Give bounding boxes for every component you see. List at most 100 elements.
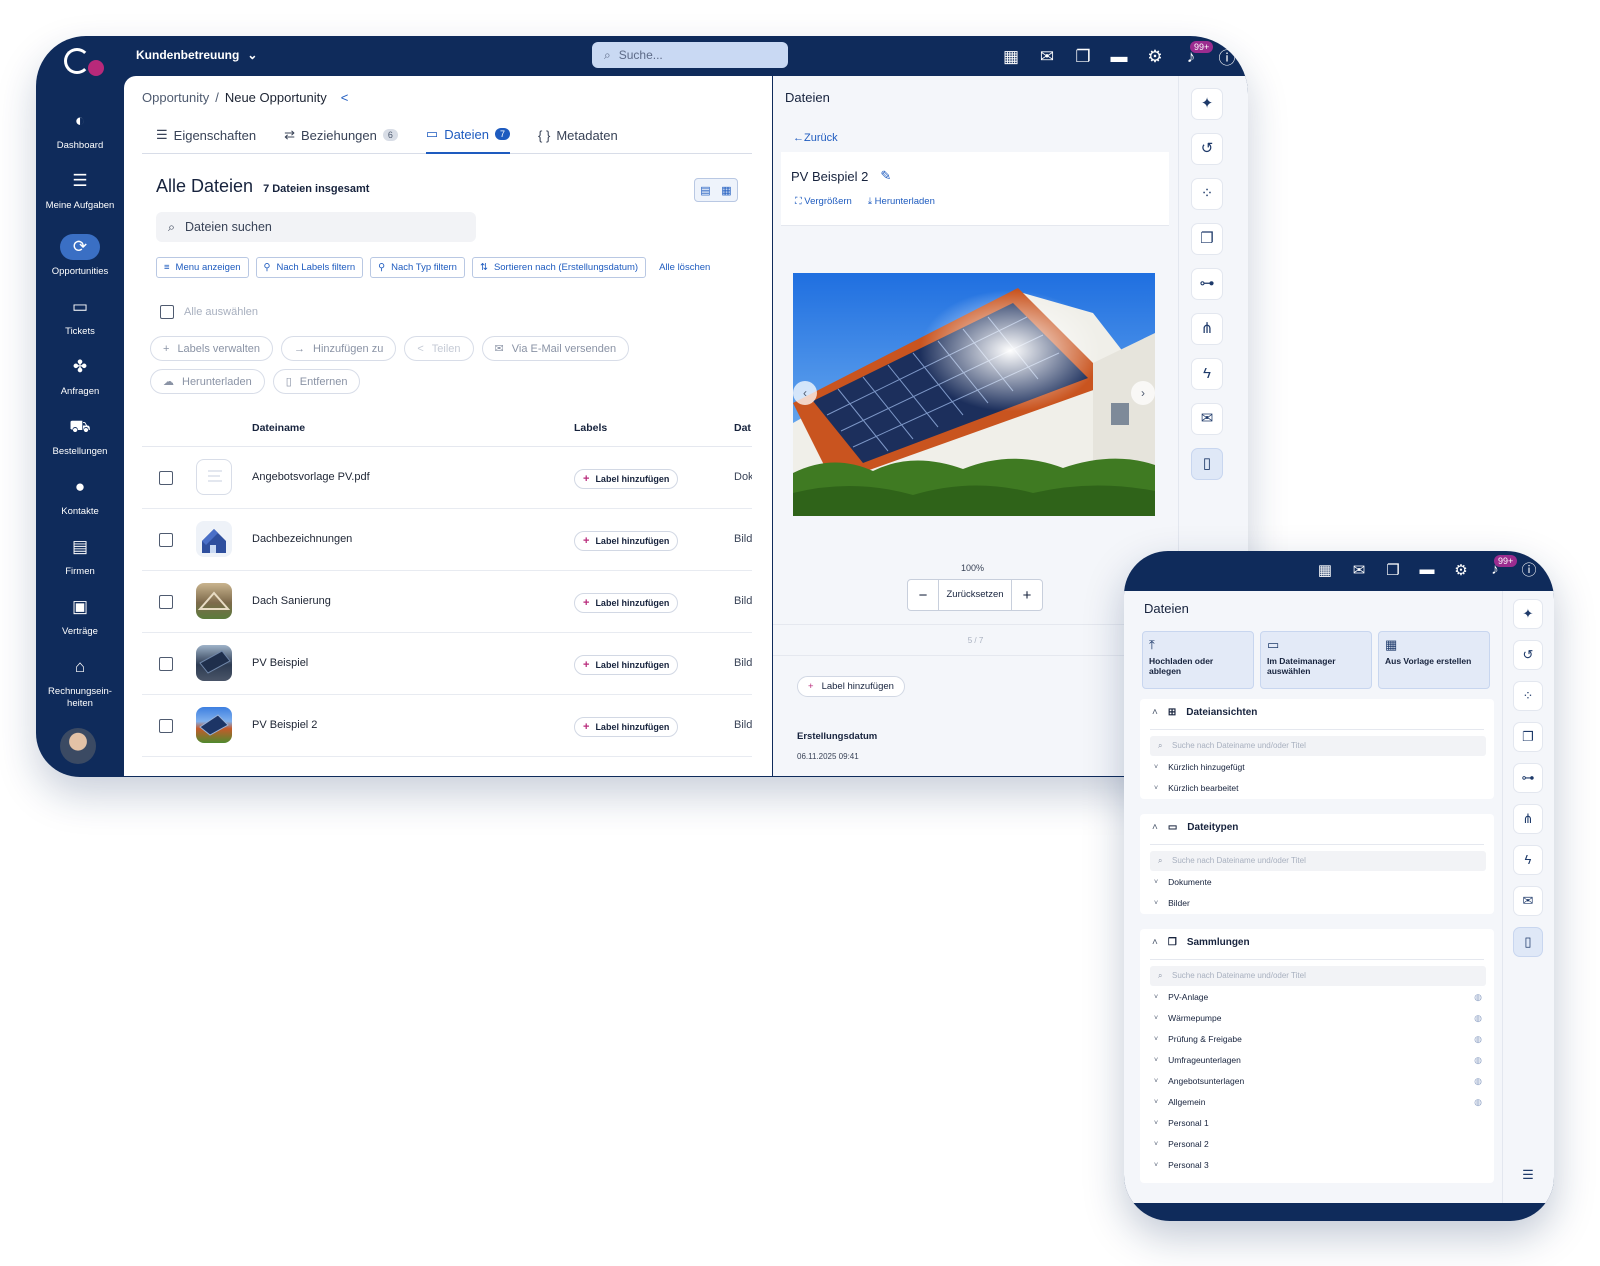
table-row[interactable]: PV Beispiel + Label hinzufügen Bild	[142, 633, 752, 695]
row-checkbox[interactable]	[159, 595, 173, 609]
sidebar-item-tasks[interactable]: ☰ Meine Aufgaben	[36, 168, 124, 212]
file-icon[interactable]: ▯	[1191, 448, 1223, 480]
file-name[interactable]: Dachbezeichnungen	[252, 533, 352, 545]
lightning-icon[interactable]: ϟ	[1191, 358, 1223, 390]
gear-icon[interactable]: ⚙	[1450, 561, 1472, 579]
global-search-input[interactable]: ⌕ Suche...	[592, 42, 788, 68]
breadcrumb-parent[interactable]: Opportunity	[142, 90, 209, 105]
sidebar-item-requests[interactable]: ✤ Anfragen	[36, 354, 124, 398]
share-button[interactable]: < Teilen	[404, 336, 474, 361]
files-search-input[interactable]: ⌕ Dateien suchen	[156, 212, 476, 242]
grid-view-icon[interactable]: ▦	[721, 184, 731, 197]
file-name[interactable]: Angebotsvorlage PV.pdf	[252, 471, 370, 483]
sidebar-item-dashboard[interactable]: ◐ Dashboard	[36, 108, 124, 152]
list-item[interactable]: ˅ Wärmepumpe	[1154, 1013, 1221, 1023]
mail-icon[interactable]: ✉	[1036, 47, 1058, 67]
column-labels[interactable]: Labels	[574, 422, 607, 434]
section-search-input[interactable]: ⌕ Suche nach Dateiname und/oder Titel	[1150, 966, 1486, 986]
list-item[interactable]: ˅ PV-Anlage	[1154, 992, 1208, 1002]
list-item[interactable]: ˅ Allgemein	[1154, 1097, 1205, 1107]
apps-icon[interactable]: ⁘	[1513, 681, 1543, 711]
row-checkbox[interactable]	[159, 533, 173, 547]
list-item[interactable]: ˅ Personal 2	[1154, 1139, 1209, 1149]
list-item[interactable]: ˅ Dokumente	[1154, 877, 1212, 887]
file-icon[interactable]: ▯	[1513, 927, 1543, 957]
enlarge-button[interactable]: ⛶ Vergrößern	[795, 196, 852, 207]
history-icon[interactable]: ↺	[1191, 133, 1223, 165]
list-item[interactable]: ˅ Kürzlich bearbeitet	[1154, 783, 1239, 793]
network-icon[interactable]: ⋔	[1191, 313, 1223, 345]
row-checkbox[interactable]	[159, 719, 173, 733]
file-manager-tile[interactable]: ▭ Im Dateimanager auswählen	[1260, 631, 1372, 689]
list-item[interactable]: ˅ Bilder	[1154, 898, 1190, 908]
file-name[interactable]: PV Beispiel	[252, 657, 308, 669]
next-image-button[interactable]: ›	[1131, 381, 1155, 405]
send-email-button[interactable]: ✉ Via E-Mail versenden	[481, 336, 630, 361]
sidebar-item-orders[interactable]: ⛟ Bestellungen	[36, 414, 124, 458]
list-item[interactable]: ˅ Kürzlich hinzugefügt	[1154, 762, 1245, 772]
tab-metadata[interactable]: { } Metadaten	[538, 116, 618, 154]
table-row[interactable]: Angebotsvorlage PV.pdf + Label hinzufügen…	[142, 447, 752, 509]
file-name[interactable]: Dach Sanierung	[252, 595, 331, 607]
table-row[interactable]: Dachbezeichnungen + Label hinzufügen Bild	[142, 509, 752, 571]
section-header[interactable]: ˄ ▭ Dateitypen	[1152, 822, 1238, 833]
previous-image-button[interactable]: ‹	[793, 381, 817, 405]
back-link[interactable]: ←Zurück	[793, 132, 838, 144]
select-all[interactable]: Alle auswählen	[160, 305, 258, 319]
zoom-out-button[interactable]: −	[908, 587, 938, 604]
tab-relations[interactable]: ⇄ Beziehungen 6	[284, 116, 398, 154]
copy-icon[interactable]: ❐	[1382, 561, 1404, 579]
add-to-button[interactable]: → Hinzufügen zu	[281, 336, 397, 361]
column-filename[interactable]: Dateiname	[252, 422, 305, 434]
copy-icon[interactable]: ❐	[1072, 47, 1094, 67]
list-item[interactable]: ˅ Angebotsunterlagen	[1154, 1076, 1244, 1086]
section-search-input[interactable]: ⌕ Suche nach Dateiname und/oder Titel	[1150, 736, 1486, 756]
network-icon[interactable]: ⋔	[1513, 804, 1543, 834]
list-view-icon[interactable]: ▤	[700, 184, 710, 197]
select-all-checkbox[interactable]	[160, 305, 174, 319]
download-button[interactable]: ☁ Herunterladen	[150, 369, 265, 394]
table-row[interactable]: Dach Sanierung + Label hinzufügen Bild	[142, 571, 752, 633]
sort-button[interactable]: ⇅ Sortieren nach (Erstellungsdatum)	[471, 257, 647, 278]
section-header[interactable]: ˄ ⊞ Dateiansichten	[1152, 707, 1257, 718]
sidebar-item-contacts[interactable]: ● Kontakte	[36, 474, 124, 518]
list-item[interactable]: ˅ Personal 1	[1154, 1118, 1209, 1128]
filter-type-button[interactable]: ⚲ Nach Typ filtern	[370, 257, 465, 278]
folder-icon[interactable]: ▬	[1416, 561, 1438, 578]
copy-icon[interactable]: ❐	[1191, 223, 1223, 255]
calendar-icon[interactable]: ▦	[1314, 561, 1336, 579]
sidebar-item-companies[interactable]: ▤ Firmen	[36, 534, 124, 578]
add-label-button[interactable]: + Label hinzufügen	[574, 717, 679, 737]
add-label-button[interactable]: + Label hinzufügen	[574, 655, 679, 675]
sidebar-item-billing[interactable]: ⌂ Rechnungsein-heiten	[36, 654, 124, 710]
avatar[interactable]	[60, 728, 96, 764]
workspace-switcher[interactable]: Kundenbetreuung ⌄	[136, 48, 257, 62]
upload-tile[interactable]: ⤒ Hochladen oder ablegen	[1142, 631, 1254, 689]
history-icon[interactable]: ↺	[1513, 640, 1543, 670]
menu-button[interactable]: ≡ Menu anzeigen	[156, 257, 249, 278]
bell-icon[interactable]: ♪ 99+	[1180, 40, 1214, 67]
zoom-in-button[interactable]: +	[1012, 587, 1042, 604]
hierarchy-icon[interactable]: ⊶	[1191, 268, 1223, 300]
storage-icon[interactable]: ☰	[1513, 1161, 1543, 1191]
add-label-button[interactable]: + Label hinzufügen	[574, 469, 679, 489]
list-item[interactable]: ˅ Personal 3	[1154, 1160, 1209, 1170]
bell-icon[interactable]: ♪ 99+	[1484, 555, 1518, 578]
mail-icon[interactable]: ✉	[1191, 403, 1223, 435]
sparkle-icon[interactable]: ✦	[1191, 88, 1223, 120]
remove-button[interactable]: ▯ Entfernen	[272, 369, 361, 394]
reset-zoom-button[interactable]: Zurücksetzen	[938, 580, 1012, 610]
pencil-icon[interactable]: ✎	[880, 168, 891, 184]
tab-properties[interactable]: ☰ Eigenschaften	[156, 116, 256, 154]
gear-icon[interactable]: ⚙	[1144, 47, 1166, 67]
file-name[interactable]: PV Beispiel 2	[252, 719, 317, 731]
table-row[interactable]: PV Beispiel 2 + Label hinzufügen Bild	[142, 695, 752, 757]
add-label-button[interactable]: + Label hinzufügen	[574, 593, 679, 613]
sparkle-icon[interactable]: ✦	[1513, 599, 1543, 629]
mail-icon[interactable]: ✉	[1513, 886, 1543, 916]
filter-labels-button[interactable]: ⚲ Nach Labels filtern	[255, 257, 364, 278]
section-search-input[interactable]: ⌕ Suche nach Dateiname und/oder Titel	[1150, 851, 1486, 871]
detail-add-label-button[interactable]: + Label hinzufügen	[797, 676, 905, 697]
sidebar-item-tickets[interactable]: ▭ Tickets	[36, 294, 124, 338]
detail-download-button[interactable]: ⤓ Herunterladen	[868, 196, 935, 207]
